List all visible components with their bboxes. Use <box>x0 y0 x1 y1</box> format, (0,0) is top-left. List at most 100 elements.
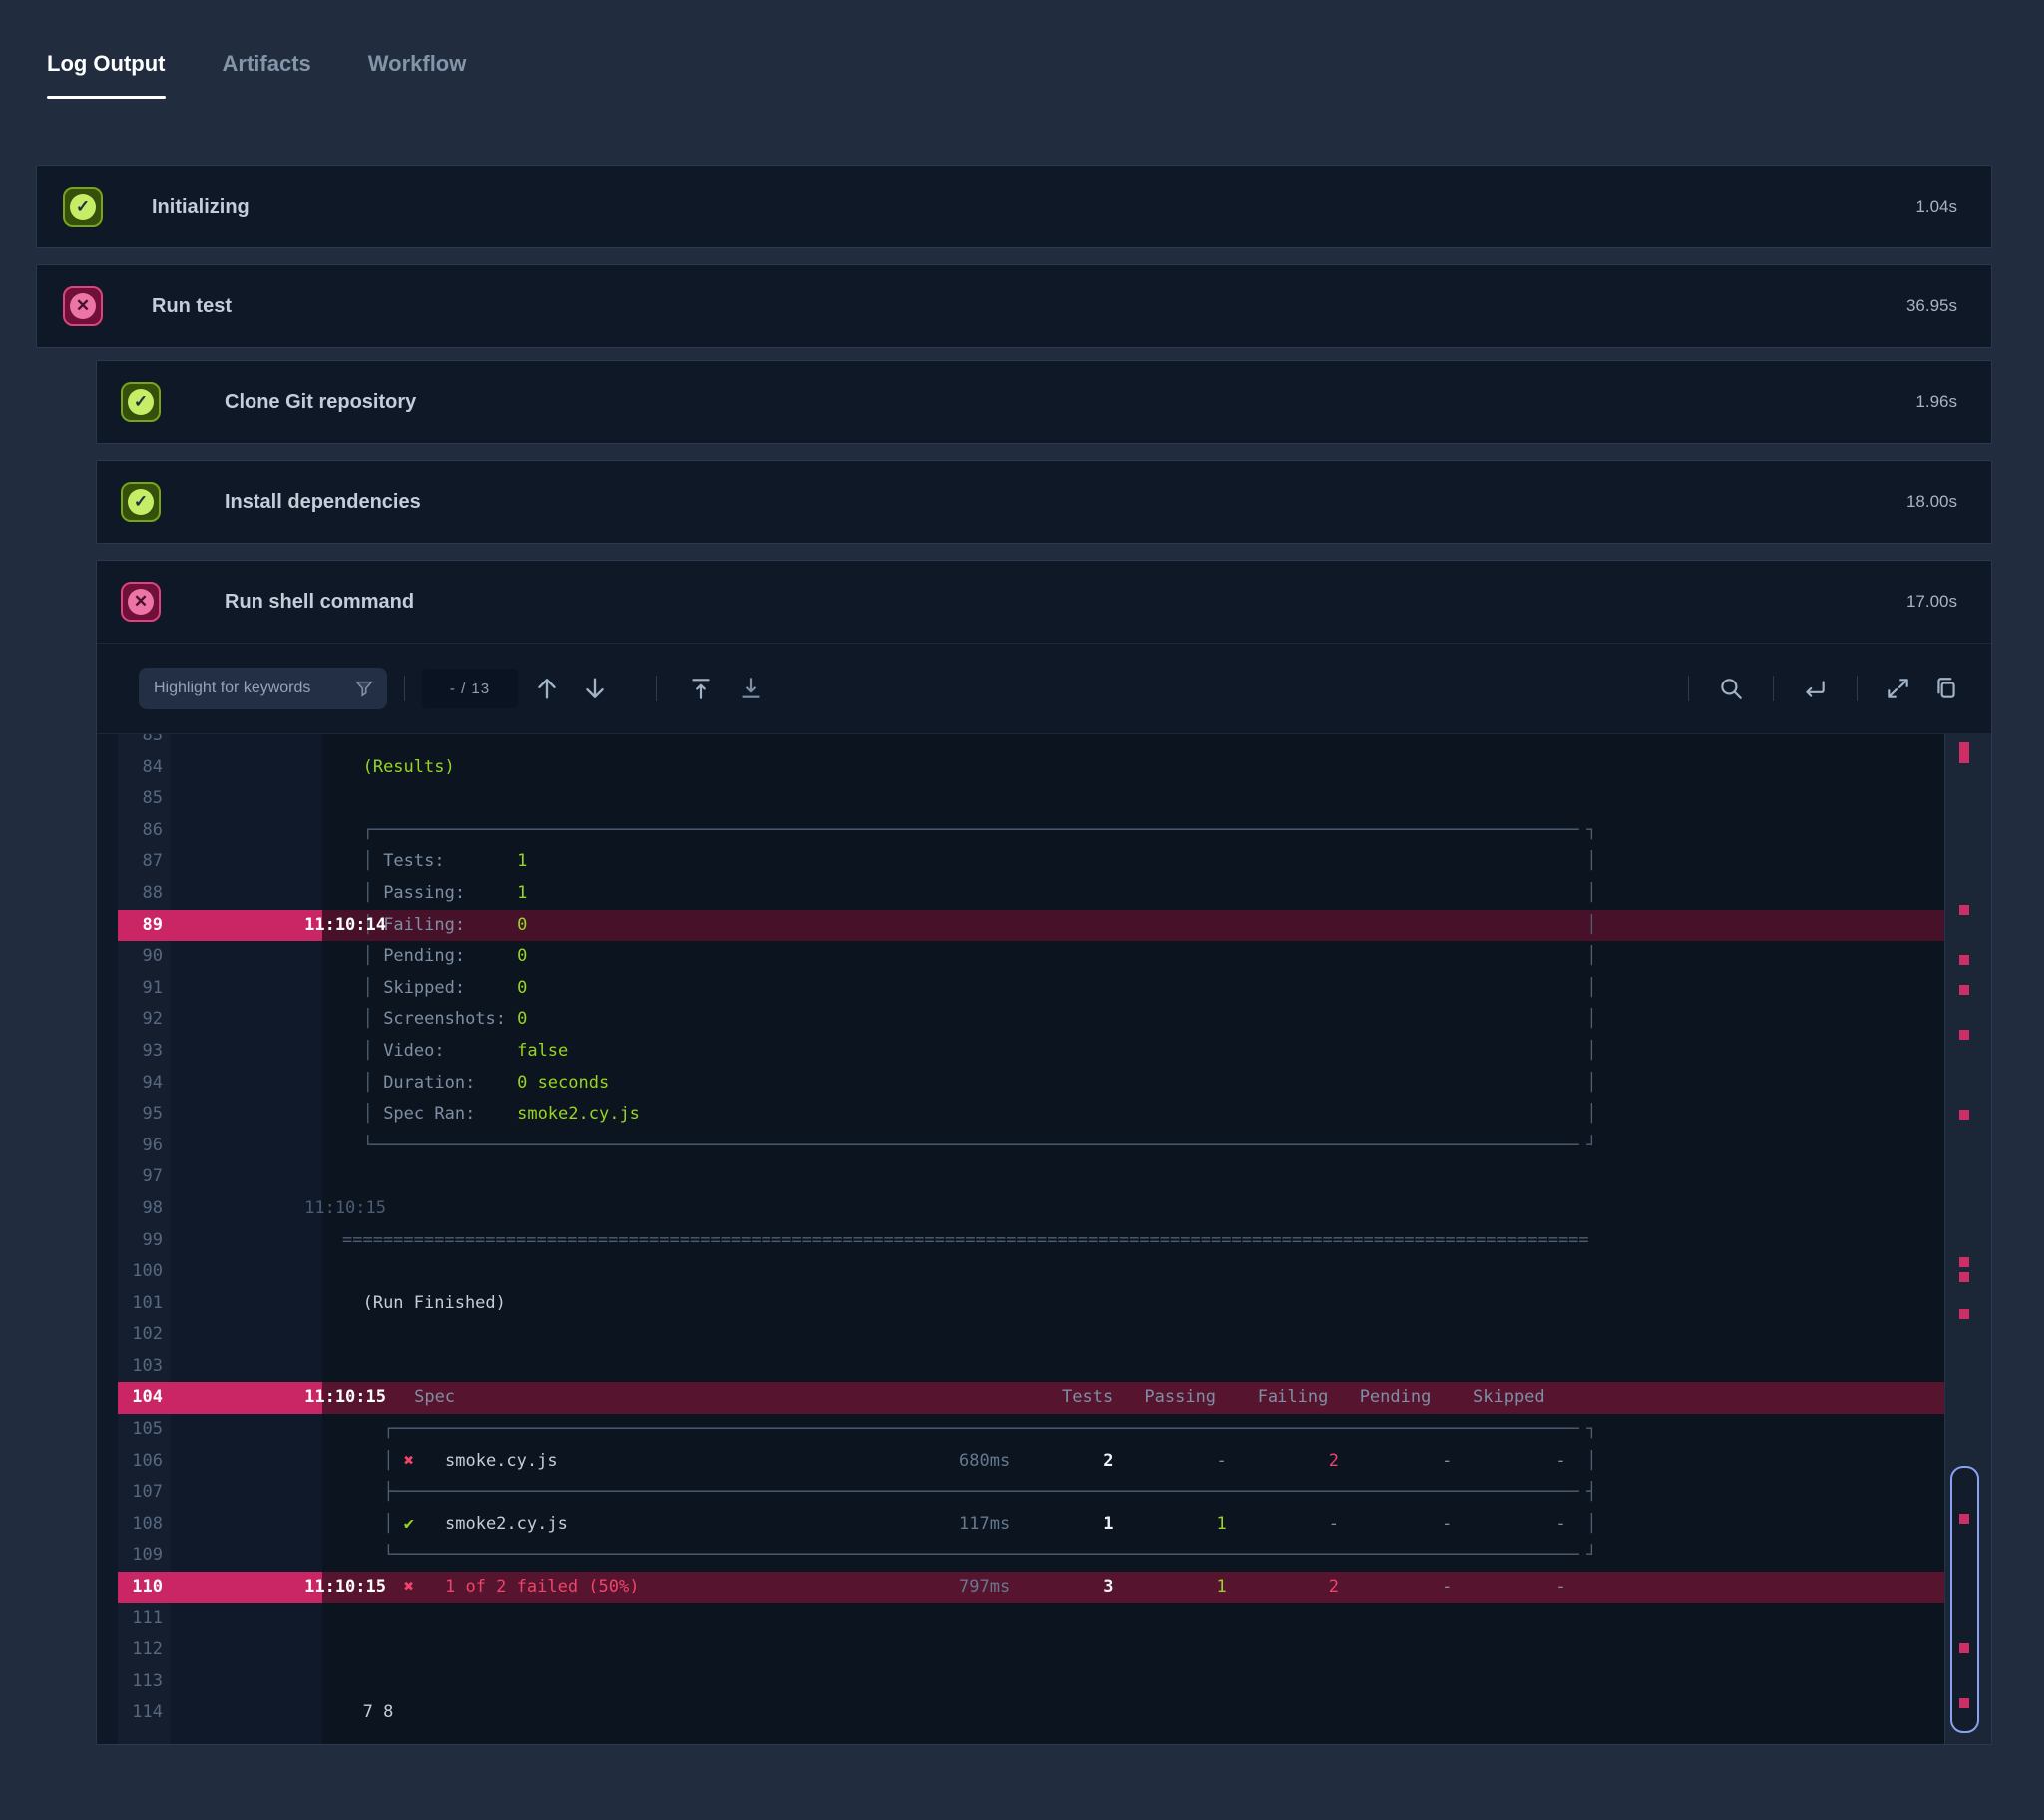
log-line-90[interactable]: 90│Pending:0│ <box>118 941 1991 973</box>
log-text-segment: Duration: <box>383 1068 475 1100</box>
log-text-segment: 0 seconds <box>517 1068 609 1100</box>
expand-fullscreen-button[interactable] <box>1881 672 1915 705</box>
line-number: 89 <box>118 910 163 942</box>
log-text-segment: │ <box>1586 1099 1596 1131</box>
search-log-button[interactable] <box>1714 672 1748 705</box>
previous-match-button[interactable] <box>530 672 564 705</box>
log-line-105[interactable]: 105┌────────────────────────────────────… <box>118 1414 1991 1446</box>
log-text-segment: 0 <box>517 973 527 1005</box>
log-text-segment: │ <box>383 1509 393 1541</box>
expand-icon <box>1885 676 1911 701</box>
line-number: 101 <box>118 1288 163 1320</box>
log-line-99[interactable]: 99 ======================================… <box>118 1225 1991 1257</box>
log-text-segment: │ <box>363 1068 373 1100</box>
minimap-viewport-handle[interactable] <box>1950 1466 1979 1733</box>
scroll-to-top-button[interactable] <box>684 672 718 705</box>
log-line-86[interactable]: 86┌─────────────────────────────────────… <box>118 815 1991 847</box>
log-line-107[interactable]: 107├────────────────────────────────────… <box>118 1477 1991 1509</box>
log-line-103[interactable]: 103 <box>118 1351 1991 1383</box>
step-header-clone-git[interactable]: Clone Git repository 1.96s <box>97 361 1991 443</box>
minimap-scrollbar[interactable] <box>1944 734 1991 1744</box>
status-success-icon <box>121 382 161 422</box>
tab-artifacts[interactable]: Artifacts <box>223 51 311 77</box>
log-line-113[interactable]: 113 <box>118 1666 1991 1698</box>
step-header-run-test[interactable]: Run test 36.95s <box>37 265 1991 347</box>
minimap-match-marker <box>1959 1030 1969 1040</box>
log-line-94[interactable]: 94│Duration:0 seconds│ <box>118 1068 1991 1100</box>
log-line-100[interactable]: 100 <box>118 1256 1991 1288</box>
tab-log-output[interactable]: Log Output <box>47 51 166 77</box>
copy-log-button[interactable] <box>1929 672 1963 705</box>
log-line-114[interactable]: 1147 8 <box>118 1697 1991 1729</box>
log-text-segment: (Results) <box>363 752 455 784</box>
tab-workflow[interactable]: Workflow <box>368 51 467 77</box>
filter-funnel-icon <box>353 678 375 699</box>
line-content <box>322 783 1945 815</box>
log-text-segment: ========================================… <box>342 1225 1589 1257</box>
log-line-111[interactable]: 111 <box>118 1603 1991 1635</box>
wrap-lines-button[interactable] <box>1798 672 1832 705</box>
log-line-97[interactable]: 97 <box>118 1161 1991 1193</box>
line-number: 95 <box>118 1099 163 1131</box>
log-line-84[interactable]: 84(Results) <box>118 752 1991 784</box>
step-header-install-deps[interactable]: Install dependencies 18.00s <box>97 461 1991 543</box>
log-line-91[interactable]: 91│Skipped:0│ <box>118 973 1991 1005</box>
log-line-95[interactable]: 95│Spec Ran:smoke2.cy.js│ <box>118 1099 1991 1131</box>
log-output-area[interactable]: 8384(Results)8586┌──────────────────────… <box>118 734 1991 1744</box>
toolbar-divider <box>1773 676 1774 701</box>
line-number: 112 <box>118 1634 163 1666</box>
log-text-segment: Screenshots: <box>383 1004 506 1036</box>
step-header-initializing[interactable]: Initializing 1.04s <box>37 166 1991 247</box>
log-line-89[interactable]: 8911:10:14│Failing:0│ <box>118 910 1991 942</box>
next-match-button[interactable] <box>578 672 612 705</box>
scroll-to-bottom-button[interactable] <box>734 672 767 705</box>
log-text-segment: Failing <box>1258 1382 1329 1414</box>
log-line-101[interactable]: 101(Run Finished) <box>118 1288 1991 1320</box>
line-number: 114 <box>118 1697 163 1729</box>
log-text-segment: Tests: <box>383 846 444 878</box>
log-line-83[interactable]: 83 <box>118 734 1991 752</box>
log-line-85[interactable]: 85 <box>118 783 1991 815</box>
log-text-segment: 1 <box>517 846 527 878</box>
line-content: │Video:false│ <box>322 1036 1945 1068</box>
log-line-92[interactable]: 92│Screenshots:0│ <box>118 1004 1991 1036</box>
line-number: 83 <box>118 734 163 752</box>
log-text-segment: │ <box>1586 846 1596 878</box>
log-line-87[interactable]: 87│Tests:1│ <box>118 846 1991 878</box>
log-text-segment: - <box>1329 1509 1339 1541</box>
log-line-110[interactable]: 11011:10:15✖1 of 2 failed (50%)797ms312-… <box>118 1572 1991 1603</box>
line-content: ✖1 of 2 failed (50%)797ms312-- <box>322 1572 1945 1603</box>
log-line-104[interactable]: 10411:10:15SpecTestsPassingFailingPendin… <box>118 1382 1991 1414</box>
log-line-96[interactable]: 96└─────────────────────────────────────… <box>118 1131 1991 1162</box>
log-text-segment: └ <box>383 1540 393 1572</box>
highlight-keywords-input[interactable]: Highlight for keywords <box>139 668 387 709</box>
log-line-112[interactable]: 112 <box>118 1634 1991 1666</box>
log-line-102[interactable]: 102 <box>118 1319 1991 1351</box>
log-text-segment: 1 <box>517 878 527 910</box>
line-number: 92 <box>118 1004 163 1036</box>
log-text-segment: Tests <box>1062 1382 1113 1414</box>
log-text-segment: 2 <box>1103 1446 1113 1478</box>
line-number: 91 <box>118 973 163 1005</box>
line-number: 106 <box>118 1446 163 1478</box>
step-title: Initializing <box>152 196 250 219</box>
line-content: ┌───────────────────────────────────────… <box>322 815 1945 847</box>
line-content: │Tests:1│ <box>322 846 1945 878</box>
log-line-108[interactable]: 108│✔smoke2.cy.js117ms11---│ <box>118 1509 1991 1541</box>
log-line-106[interactable]: 106│✖smoke.cy.js680ms2-2--│ <box>118 1446 1991 1478</box>
log-text-segment: ┤ <box>1586 1477 1596 1509</box>
log-text-segment: - <box>1217 1446 1227 1478</box>
minimap-match-marker <box>1959 1309 1969 1319</box>
log-text-segment: ┐ <box>1586 1414 1596 1446</box>
log-text-segment: │ <box>1586 910 1596 942</box>
step-header-run-shell[interactable]: Run shell command 17.00s <box>97 561 1991 643</box>
log-line-88[interactable]: 88│Passing:1│ <box>118 878 1991 910</box>
log-text-segment: │ <box>1586 1068 1596 1100</box>
line-content <box>322 1634 1945 1666</box>
line-content: SpecTestsPassingFailingPendingSkipped <box>322 1382 1945 1414</box>
log-line-109[interactable]: 109└────────────────────────────────────… <box>118 1540 1991 1572</box>
line-number: 90 <box>118 941 163 973</box>
line-number: 99 <box>118 1225 163 1257</box>
log-line-93[interactable]: 93│Video:false│ <box>118 1036 1991 1068</box>
log-line-98[interactable]: 9811:10:15 <box>118 1193 1991 1225</box>
